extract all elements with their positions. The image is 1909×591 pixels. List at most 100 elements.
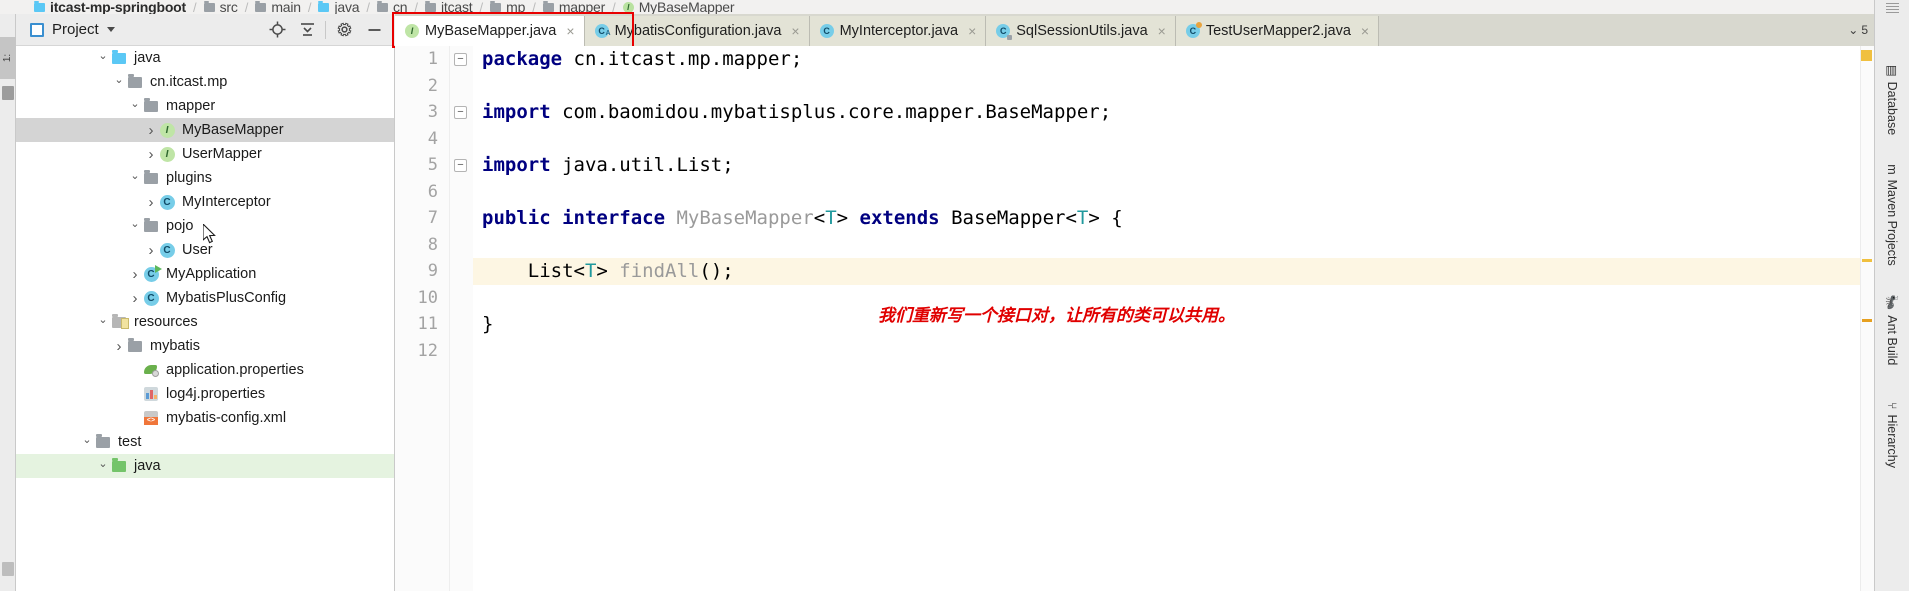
chevron-down-icon[interactable] (128, 220, 142, 233)
code-line[interactable] (473, 179, 1874, 206)
code-line[interactable]: package cn.itcast.mp.mapper; (473, 46, 1874, 73)
gear-icon[interactable] (329, 15, 359, 45)
fold-toggle-icon[interactable]: − (454, 106, 467, 119)
breadcrumb-item[interactable]: I MyBaseMapper (622, 0, 735, 14)
code-editor[interactable]: 1 2 3 4 5 6 7 8 9 10 11 12 − − − package cn.itcast.mp… (395, 46, 1874, 591)
code-line[interactable]: import com.baomidou.mybatisplus.core.map… (473, 99, 1874, 126)
tree-row-label: MyBaseMapper (182, 122, 284, 138)
breadcrumb-item[interactable]: java (318, 0, 360, 14)
tool-handle-bottom-icon[interactable] (2, 562, 14, 576)
breadcrumb-item-label: mp (506, 0, 526, 14)
tree-row[interactable]: resources (16, 310, 394, 334)
tree-row[interactable]: cn.itcast.mp (16, 70, 394, 94)
collapse-all-icon[interactable] (292, 15, 322, 45)
code-token: T (1076, 207, 1089, 229)
chevron-down-icon[interactable] (80, 436, 94, 449)
folder-res-icon (110, 313, 129, 329)
editor-tab-label: MyInterceptor.java (839, 23, 959, 39)
code-token: > { (1088, 207, 1123, 229)
code-line[interactable]: import java.util.List; (473, 152, 1874, 179)
close-icon[interactable]: × (566, 23, 574, 39)
breadcrumb-item[interactable]: src (203, 0, 238, 14)
project-panel-title: Project (52, 21, 99, 38)
tree-row[interactable]: C MybatisPlusConfig (16, 286, 394, 310)
locate-icon[interactable] (262, 15, 292, 45)
chevron-down-icon[interactable] (128, 172, 142, 185)
breadcrumb-item[interactable]: mp (490, 0, 525, 14)
folder-pkg-icon (126, 73, 144, 88)
tree-row[interactable]: CMyApplication (16, 262, 394, 286)
inspection-status-icon[interactable] (1861, 50, 1872, 61)
breadcrumb-item[interactable]: itcast (425, 0, 473, 14)
code-line[interactable]: public interface MyBaseMapper<T> extends… (473, 205, 1874, 232)
code-content[interactable]: package cn.itcast.mp.mapper; import com.b… (473, 46, 1874, 591)
project-tree[interactable]: java cn.itcast.mp mapper I MyBaseMapper I User… (16, 46, 395, 591)
tree-row[interactable]: C MyInterceptor (16, 190, 394, 214)
breadcrumb-separator: / (307, 0, 312, 14)
close-icon[interactable]: × (1158, 23, 1166, 39)
breadcrumb-item[interactable]: cn (377, 0, 408, 14)
sidebar-tool-project[interactable]: 1: Project (0, 37, 29, 79)
tool-handle-icon[interactable] (2, 86, 14, 100)
tree-row[interactable]: I UserMapper (16, 142, 394, 166)
chevron-right-icon[interactable] (144, 242, 158, 259)
chevron-down-icon[interactable] (112, 76, 126, 89)
project-title-group[interactable]: Project (16, 21, 115, 38)
hide-panel-icon[interactable] (359, 15, 389, 45)
chevron-down-icon[interactable] (106, 27, 115, 32)
chevron-down-icon[interactable] (96, 52, 110, 65)
breadcrumb-item[interactable]: mapper (542, 0, 605, 14)
editor-tab[interactable]: I MyBaseMapper.java × (395, 16, 585, 46)
chevron-right-icon[interactable] (144, 146, 158, 163)
tool-tab-maven-projects[interactable]: mMaven Projects (1882, 155, 1902, 275)
marker-line-7[interactable] (1862, 259, 1872, 262)
editor-tab-bar[interactable]: IMyBaseMapper.java×CMybatisConfiguration… (395, 14, 1874, 46)
chevron-right-icon[interactable] (128, 266, 142, 283)
folder-pkg-icon (142, 217, 160, 232)
tree-row[interactable]: java (16, 46, 394, 70)
tree-row[interactable]: log4j.properties (16, 382, 394, 406)
editor-marker-strip[interactable] (1860, 46, 1874, 591)
tool-tab-ant-build[interactable]: 🐜Ant Build (1882, 270, 1902, 390)
chevron-down-icon[interactable] (128, 100, 142, 113)
code-line[interactable] (473, 126, 1874, 153)
tool-tab-hierarchy[interactable]: ⑂Hierarchy (1882, 375, 1902, 495)
code-line[interactable] (473, 73, 1874, 100)
chevron-right-icon[interactable] (144, 122, 158, 139)
editor-tab[interactable]: C TestUserMapper2.java × (1175, 16, 1380, 46)
tree-row[interactable]: test (16, 430, 394, 454)
test-class-icon: C (1185, 22, 1202, 38)
close-icon[interactable]: × (791, 23, 799, 39)
editor-tab[interactable]: C SqlSessionUtils.java × (986, 16, 1176, 46)
tree-row[interactable]: java (16, 454, 394, 478)
editor-tab[interactable]: C MyInterceptor.java × (809, 16, 987, 46)
code-token: MyBaseMapper (676, 207, 814, 229)
close-icon[interactable]: × (1361, 23, 1369, 39)
code-line[interactable] (473, 338, 1874, 365)
code-line[interactable] (473, 232, 1874, 259)
editor-tab[interactable]: CMybatisConfiguration.java × (584, 16, 810, 46)
tab-overflow-group[interactable]: ⌄ 5 (1848, 14, 1874, 46)
chevron-down-icon[interactable]: ⌄ (1848, 23, 1858, 37)
chevron-right-icon[interactable] (112, 338, 126, 355)
breadcrumb-item[interactable]: main (255, 0, 301, 14)
chevron-right-icon[interactable] (128, 290, 142, 307)
tree-row[interactable]: I MyBaseMapper (16, 118, 394, 142)
code-line[interactable]: List<T> findAll(); (473, 258, 1874, 285)
fold-toggle-icon[interactable]: − (454, 53, 467, 66)
fold-toggle-icon[interactable]: − (454, 159, 467, 172)
chevron-down-icon[interactable] (96, 316, 110, 329)
breadcrumb-item[interactable]: itcast-mp-springboot (34, 0, 186, 14)
tree-row[interactable]: application.properties (16, 358, 394, 382)
tree-row[interactable]: mapper (16, 94, 394, 118)
close-icon[interactable]: × (968, 23, 976, 39)
line-number: 8 (427, 234, 438, 255)
chevron-down-icon[interactable] (96, 460, 110, 473)
tree-row[interactable]: mybatis-config.xml (16, 406, 394, 430)
marker-line-9[interactable] (1862, 319, 1872, 322)
code-folding-column[interactable]: − − − (450, 46, 473, 591)
chevron-right-icon[interactable] (144, 194, 158, 211)
tree-row[interactable]: plugins (16, 166, 394, 190)
tool-tab-database[interactable]: ▤Database (1882, 40, 1902, 160)
tree-row[interactable]: mybatis (16, 334, 394, 358)
